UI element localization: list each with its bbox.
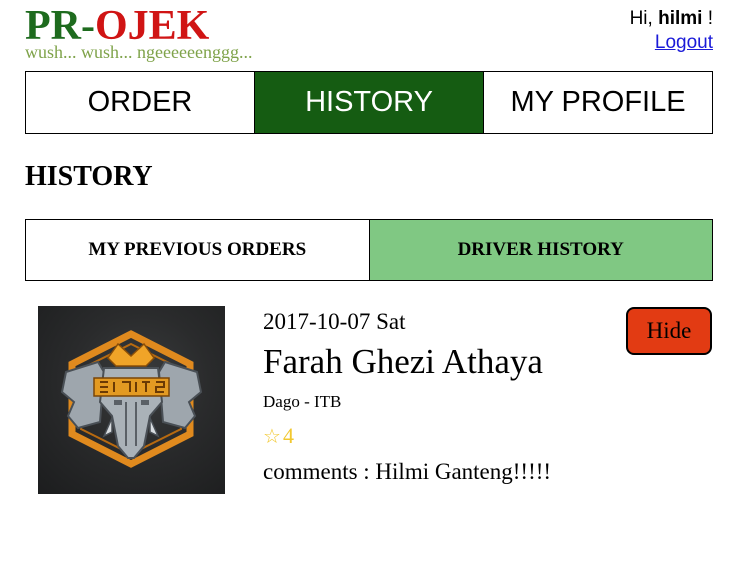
rating-value: 4 <box>282 423 294 448</box>
tab-driver-history[interactable]: DRIVER HISTORY <box>368 220 712 280</box>
history-item: 2017-10-07 Sat Farah Ghezi Athaya Dago -… <box>25 300 713 500</box>
user-box: Hi, hilmi ! Logout <box>630 7 713 55</box>
greeting-text: Hi, <box>629 8 653 29</box>
tab-my-profile[interactable]: MY PROFILE <box>483 72 712 133</box>
order-route: Dago - ITB <box>263 392 342 411</box>
star-outline-icon: ☆ <box>263 424 281 448</box>
tab-history[interactable]: HISTORY <box>254 72 483 133</box>
order-comment: comments : Hilmi Ganteng!!!!! <box>263 459 552 484</box>
order-date: 2017-10-07 Sat <box>263 309 406 334</box>
hide-button[interactable]: Hide <box>626 307 712 355</box>
greeting-exclaim: ! <box>707 8 713 29</box>
tab-order[interactable]: ORDER <box>26 72 254 133</box>
username: hilmi <box>658 8 703 29</box>
customer-name: Farah Ghezi Athaya <box>263 342 543 381</box>
elephant-emblem-icon <box>60 330 203 468</box>
app-tagline: wush... wush... ngeeeeeenggg... <box>25 42 253 62</box>
history-subnav: MY PREVIOUS ORDERS DRIVER HISTORY <box>25 219 713 281</box>
tab-my-previous-orders[interactable]: MY PREVIOUS ORDERS <box>26 220 369 280</box>
page-title: HISTORY <box>25 161 153 192</box>
user-greeting: Hi, hilmi ! <box>630 7 713 31</box>
main-nav: ORDER HISTORY MY PROFILE <box>25 71 713 134</box>
order-rating: ☆4 <box>263 423 294 449</box>
logout-link[interactable]: Logout <box>655 32 713 53</box>
driver-avatar <box>38 306 225 494</box>
